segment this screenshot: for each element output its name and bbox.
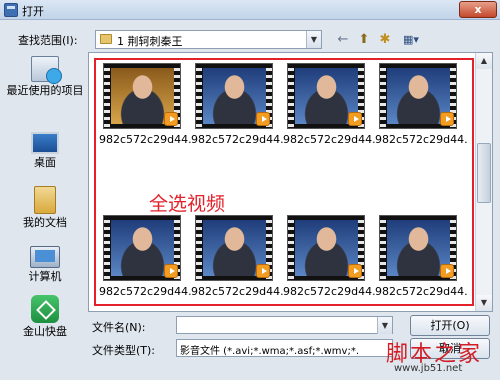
place-computer[interactable]: 计算机 (5, 246, 85, 283)
new-folder-icon[interactable]: ✱ (377, 32, 393, 48)
place-label: 最近使用的项目 (6, 84, 84, 97)
watermark: 脚本之家 www.jb51.net (386, 336, 496, 378)
vertical-scrollbar[interactable]: ▲ ▼ (475, 53, 492, 311)
scroll-down-icon[interactable]: ▼ (476, 295, 492, 311)
place-label: 金山快盘 (23, 325, 67, 338)
chevron-down-icon[interactable]: ▼ (306, 31, 321, 48)
place-kingsoft[interactable]: 金山快盘 (5, 295, 85, 338)
filetype-label: 文件类型(T): (92, 344, 156, 357)
place-label: 我的文档 (23, 216, 67, 229)
place-label: 桌面 (34, 156, 56, 169)
select-all-annotation: 全选视频 (149, 193, 226, 215)
app-icon (4, 3, 18, 17)
filetype-dropdown[interactable]: 影音文件 (*.avi;*.wma;*.asf;*.wmv;*. (176, 339, 393, 357)
kingsoft-kuaipan-icon (31, 295, 59, 323)
folder-icon (100, 34, 112, 44)
scroll-thumb[interactable] (477, 143, 491, 203)
up-folder-icon[interactable]: ⬆ (357, 32, 371, 48)
window-title: 打开 (22, 5, 44, 18)
back-arrow-icon[interactable]: ← (336, 32, 350, 48)
open-dialog: 查找范围(I): 1 荆轲刺秦王 ▼ ← ⬆ ✱ ▦▾ 最近使用的项目 桌面 我… (0, 20, 500, 380)
title-bar: 打开 x (0, 0, 500, 20)
view-menu-icon[interactable]: ▦▾ (398, 32, 424, 48)
place-label: 计算机 (28, 270, 62, 283)
lookin-value: 1 荆轲刺秦王 (117, 35, 183, 48)
selection-highlight-box (94, 58, 474, 306)
scroll-up-icon[interactable]: ▲ (476, 53, 492, 69)
lookin-label: 查找范围(I): (18, 34, 78, 47)
place-recent[interactable]: 最近使用的项目 (5, 56, 85, 97)
filetype-value: 影音文件 (*.avi;*.wma;*.asf;*.wmv;*. (180, 346, 360, 357)
computer-icon (30, 246, 60, 268)
open-button[interactable]: 打开(O) (410, 315, 490, 336)
filename-field[interactable]: ▼ (176, 316, 393, 334)
place-desktop[interactable]: 桌面 (5, 132, 85, 169)
file-list-view[interactable]: 982c572c29d44... 982c572c29d44... 982c57… (88, 52, 493, 312)
desktop-icon (31, 132, 59, 154)
filename-label: 文件名(N): (92, 321, 146, 334)
watermark-url: www.jb51.net (394, 363, 463, 374)
documents-icon (34, 186, 56, 214)
place-documents[interactable]: 我的文档 (5, 186, 85, 229)
chevron-down-icon[interactable]: ▼ (377, 317, 392, 334)
recent-items-icon (31, 56, 62, 84)
close-button[interactable]: x (459, 1, 497, 18)
lookin-dropdown[interactable]: 1 荆轲刺秦王 ▼ (95, 30, 322, 49)
places-bar: 最近使用的项目 桌面 我的文档 计算机 金山快盘 (5, 50, 85, 338)
